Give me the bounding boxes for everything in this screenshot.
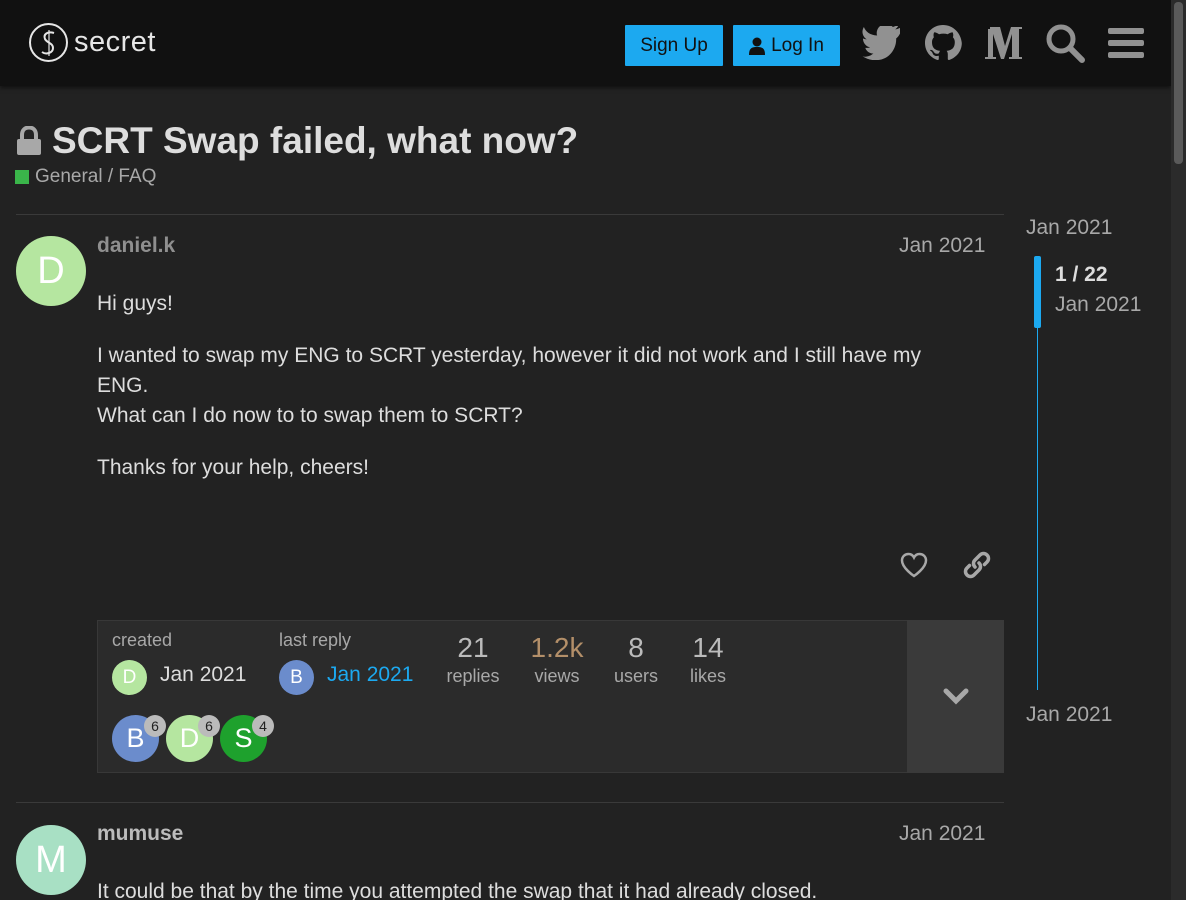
- sign-up-button[interactable]: Sign Up: [625, 25, 723, 66]
- timeline-scroller-handle[interactable]: [1034, 256, 1041, 328]
- category-color-swatch: [15, 170, 29, 184]
- github-icon[interactable]: [922, 22, 964, 64]
- created-label: created: [112, 630, 173, 650]
- last-reply-date[interactable]: Jan 2021: [327, 663, 413, 687]
- logo-text: secret: [74, 26, 156, 58]
- post-username[interactable]: daniel.k: [97, 234, 175, 258]
- stat-users: 8 users: [601, 632, 671, 687]
- post-body: It could be that by the time you attempt…: [97, 877, 977, 900]
- log-in-button[interactable]: Log In: [733, 25, 840, 66]
- category-name: General / FAQ: [35, 166, 157, 187]
- stat-likes: 14 likes: [673, 632, 743, 687]
- user-icon: [749, 37, 766, 55]
- log-in-label: Log In: [771, 34, 824, 56]
- lock-icon: [17, 126, 41, 155]
- post-line: I wanted to swap my ENG to SCRT yesterda…: [97, 344, 922, 397]
- post-line: What can I do now to to swap them to SCR…: [97, 404, 523, 427]
- avatar[interactable]: M: [16, 825, 86, 895]
- created-date: Jan 2021: [160, 663, 247, 686]
- participant-post-count: 4: [252, 715, 274, 737]
- stat-number: 8: [628, 632, 644, 663]
- divider: [16, 802, 1004, 803]
- stat-number: 1.2k: [530, 632, 584, 663]
- secret-logo-icon: [29, 23, 68, 62]
- twitter-icon[interactable]: [861, 22, 903, 64]
- last-reply-label: last reply: [279, 630, 352, 650]
- stat-label: likes: [689, 666, 726, 686]
- post-body: Hi guys! I wanted to swap my ENG to SCRT…: [97, 289, 977, 505]
- post-date[interactable]: Jan 2021: [899, 234, 985, 258]
- stat-label: views: [534, 666, 580, 686]
- hamburger-menu-icon[interactable]: [1105, 22, 1147, 64]
- post-paragraph: It could be that by the time you attempt…: [97, 880, 818, 900]
- topic-title[interactable]: SCRT Swap failed, what now?: [52, 120, 578, 162]
- creator-avatar[interactable]: D: [112, 660, 147, 695]
- timeline-start-date[interactable]: Jan 2021: [1026, 216, 1112, 240]
- medium-icon[interactable]: [983, 22, 1025, 64]
- avatar[interactable]: D: [16, 236, 86, 306]
- last-reply-avatar[interactable]: B: [279, 660, 314, 695]
- topic-map: created D Jan 2021 last reply B Jan 2021…: [97, 620, 1004, 773]
- post-date[interactable]: Jan 2021: [899, 822, 985, 846]
- share-link-icon[interactable]: [957, 545, 997, 585]
- timeline-current-date: Jan 2021: [1055, 293, 1142, 316]
- timeline-end-date[interactable]: Jan 2021: [1026, 703, 1112, 727]
- participant-post-count: 6: [144, 715, 166, 737]
- stat-label: users: [613, 666, 658, 686]
- stat-number: 14: [692, 632, 724, 663]
- topic-title-row: SCRT Swap failed, what now?: [16, 120, 578, 162]
- site-logo[interactable]: secret: [29, 23, 156, 62]
- timeline-position: 1 / 22: [1055, 263, 1108, 286]
- post-paragraph: Thanks for your help, cheers!: [97, 456, 369, 479]
- site-header: secret Sign Up Log In: [0, 0, 1171, 86]
- divider: [16, 214, 1004, 215]
- stat-label: replies: [446, 666, 500, 686]
- chevron-down-icon: [943, 688, 968, 705]
- expand-topic-map-button[interactable]: [907, 620, 1004, 773]
- page-scrollbar[interactable]: [1171, 0, 1186, 900]
- post-username[interactable]: mumuse: [97, 822, 183, 846]
- stat-replies: 21 replies: [438, 632, 508, 687]
- scrollbar-thumb[interactable]: [1174, 2, 1183, 164]
- participant-post-count: 6: [198, 715, 220, 737]
- like-heart-icon[interactable]: [894, 545, 934, 585]
- post-paragraph: Hi guys!: [97, 292, 173, 315]
- stat-views: 1.2k views: [522, 632, 592, 687]
- post-paragraph: I wanted to swap my ENG to SCRT yesterda…: [97, 341, 977, 431]
- stat-number: 21: [457, 632, 489, 663]
- search-icon[interactable]: [1044, 22, 1086, 64]
- category-link[interactable]: General / FAQ: [15, 166, 156, 188]
